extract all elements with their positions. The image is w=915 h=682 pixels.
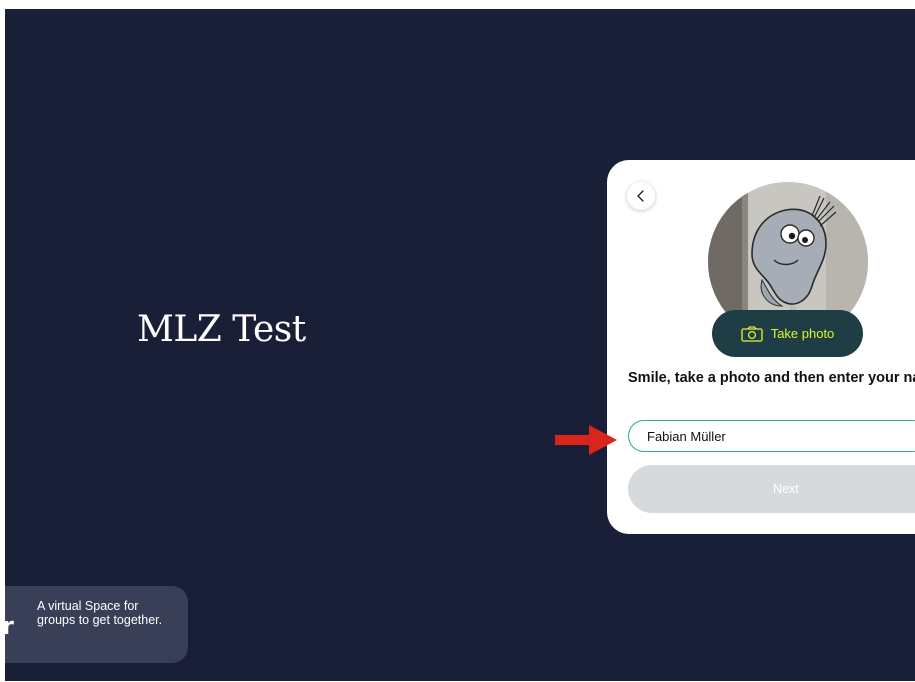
chevron-left-icon bbox=[637, 190, 644, 202]
next-button[interactable]: Next bbox=[628, 465, 915, 513]
name-input[interactable] bbox=[628, 420, 915, 452]
profile-setup-card: Take photo Smile, take a photo and then … bbox=[607, 160, 915, 534]
camera-icon bbox=[741, 325, 763, 342]
annotation-arrow-icon bbox=[555, 425, 617, 455]
space-title: MLZ Test bbox=[137, 309, 306, 350]
instruction-text: Smile, take a photo and then enter your … bbox=[628, 370, 915, 386]
back-button[interactable] bbox=[627, 182, 655, 210]
promo-text: A virtual Space for groups to get togeth… bbox=[37, 599, 163, 627]
take-photo-button[interactable]: Take photo bbox=[712, 310, 863, 357]
take-photo-label: Take photo bbox=[770, 326, 835, 341]
next-label: Next bbox=[773, 482, 799, 496]
space-background: MLZ Test r A virtual Space for groups to… bbox=[5, 9, 915, 681]
promo-badge[interactable]: r A virtual Space for groups to get toge… bbox=[5, 586, 188, 663]
promo-logo: r bbox=[5, 612, 14, 640]
